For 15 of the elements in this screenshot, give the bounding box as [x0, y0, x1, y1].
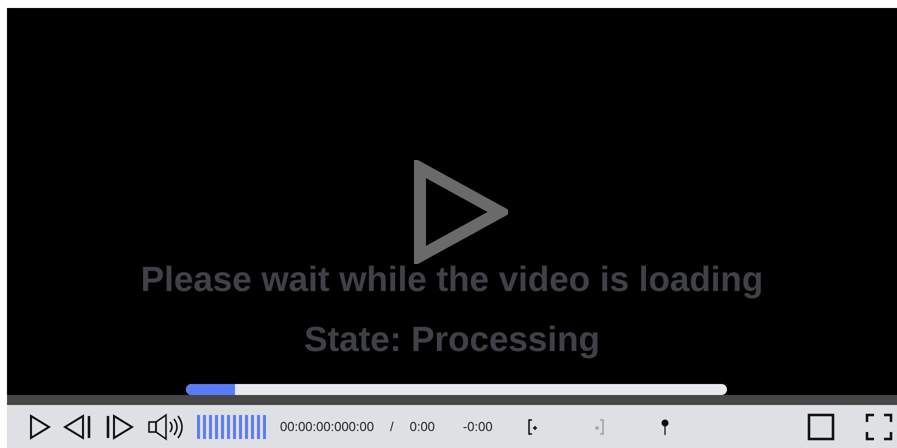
stop-icon[interactable]: [807, 412, 835, 440]
speaker-icon[interactable]: [147, 412, 185, 440]
remaining-time: -0:00: [462, 419, 493, 434]
step-forward-icon[interactable]: [105, 414, 135, 440]
pin-icon[interactable]: [660, 418, 669, 436]
step-back-icon[interactable]: [63, 414, 93, 440]
current-time: 0:00: [410, 419, 435, 434]
play-icon[interactable]: [29, 414, 51, 440]
volume-slider[interactable]: [197, 414, 266, 438]
loading-message: Please wait while the video is loading: [140, 260, 764, 300]
time-separator: /: [390, 419, 394, 434]
state-text: State: Processing: [304, 320, 600, 360]
timecode: 00:00:00:000:00: [280, 419, 374, 434]
mark-in-icon[interactable]: [526, 418, 539, 436]
fullscreen-icon[interactable]: [865, 412, 893, 440]
